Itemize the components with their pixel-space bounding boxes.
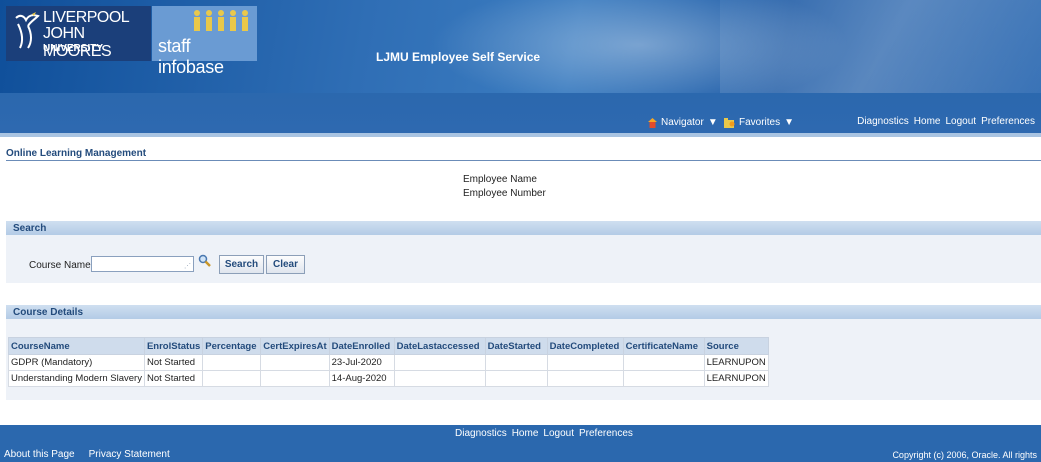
column-header: DateLastaccessed [393,337,486,355]
table-header-row: CourseName EnrolStatus Percentage CertEx… [8,337,769,355]
logo-text-line3: UNIVERSITY [43,43,104,54]
infobase-text: staff infobase [158,36,224,77]
table-cell: Not Started [143,354,204,371]
table-cell [202,370,262,387]
column-header: CourseName [8,337,145,355]
footer-info-links: About this Page Privacy Statement [4,449,170,460]
search-header: Search [6,221,1041,235]
column-header: Source [703,337,769,355]
table-row: Understanding Modern Slavery Not Started… [8,370,769,387]
table-cell [622,370,705,387]
course-details-table: CourseName EnrolStatus Percentage CertEx… [8,337,769,387]
ljmu-logo: LIVERPOOL JOHN MOORES UNIVERSITY [6,6,151,61]
course-name-label: Course Name [29,260,91,271]
table-cell [202,354,262,371]
employee-number-label: Employee Number [463,188,546,199]
favorites-menu[interactable]: Favorites ▼ [724,117,794,128]
column-header: EnrolStatus [143,337,204,355]
table-row: GDPR (Mandatory) Not Started 23-Jul-2020… [8,354,769,371]
home-link[interactable]: Home [914,116,941,127]
table-cell: 14-Aug-2020 [328,370,395,387]
clear-button[interactable]: Clear [266,255,305,274]
table-cell [393,354,486,371]
footer-home-link[interactable]: Home [512,428,539,439]
navigator-label: Navigator [661,117,704,128]
global-nav-bar: Navigator ▼ Favorites ▼ Diagnostics Home… [0,93,1041,133]
preferences-link[interactable]: Preferences [981,116,1035,127]
global-links: Diagnostics Home Logout Preferences [857,116,1035,127]
table-cell: LEARNUPON [703,354,769,371]
table-cell [484,370,548,387]
nav-sub-bar [0,133,1041,137]
about-page-link[interactable]: About this Page [4,449,75,460]
column-header: DateStarted [484,337,548,355]
column-header: DateEnrolled [328,337,395,355]
table-cell [260,370,330,387]
column-header: CertExpiresAt [260,337,330,355]
favorites-label: Favorites [739,117,781,128]
navigator-menu[interactable]: Navigator ▼ [648,117,718,128]
home-icon [648,117,657,128]
course-details-header: Course Details [6,305,1041,319]
course-name-input[interactable]: ⋰ [91,256,194,272]
column-header: Percentage [202,337,262,355]
header-banner: LIVERPOOL JOHN MOORES UNIVERSITY staff i… [0,0,1041,93]
table-cell [393,370,486,387]
footer-logout-link[interactable]: Logout [543,428,574,439]
column-header: CertificateName [622,337,705,355]
search-icon[interactable] [198,254,212,268]
page: LIVERPOOL JOHN MOORES UNIVERSITY staff i… [0,0,1041,462]
liver-bird-icon [15,12,40,49]
favorites-folder-icon [724,117,735,128]
employee-name-label: Employee Name [463,174,537,185]
chevron-down-icon: ▼ [707,117,718,128]
privacy-statement-link[interactable]: Privacy Statement [89,449,170,460]
table-cell: GDPR (Mandatory) [8,354,145,371]
table-cell [260,354,330,371]
staff-infobase-logo: staff infobase [152,6,257,77]
page-title: Online Learning Management [6,148,147,159]
copyright-text: Copyright (c) 2006, Oracle. All rights [892,450,1037,460]
table-cell: Understanding Modern Slavery [8,370,145,387]
table-cell [622,354,705,371]
app-title: LJMU Employee Self Service [376,50,541,64]
table-cell [484,354,548,371]
footer-diagnostics-link[interactable]: Diagnostics [455,428,507,439]
footer-global-links: Diagnostics Home Logout Preferences [455,428,633,439]
table-cell [546,354,624,371]
table-cell: 23-Jul-2020 [328,354,395,371]
table-cell: LEARNUPON [703,370,769,387]
footer: Diagnostics Home Logout Preferences Abou… [0,425,1041,462]
table-cell: Not Started [143,370,204,387]
footer-preferences-link[interactable]: Preferences [579,428,633,439]
search-button[interactable]: Search [219,255,264,274]
title-divider [6,160,1041,161]
chevron-down-icon: ▼ [784,117,795,128]
table-cell [546,370,624,387]
people-icon [194,10,248,31]
column-header: DateCompleted [546,337,624,355]
resize-grip-icon: ⋰ [184,263,191,270]
diagnostics-link[interactable]: Diagnostics [857,116,909,127]
logout-link[interactable]: Logout [945,116,976,127]
